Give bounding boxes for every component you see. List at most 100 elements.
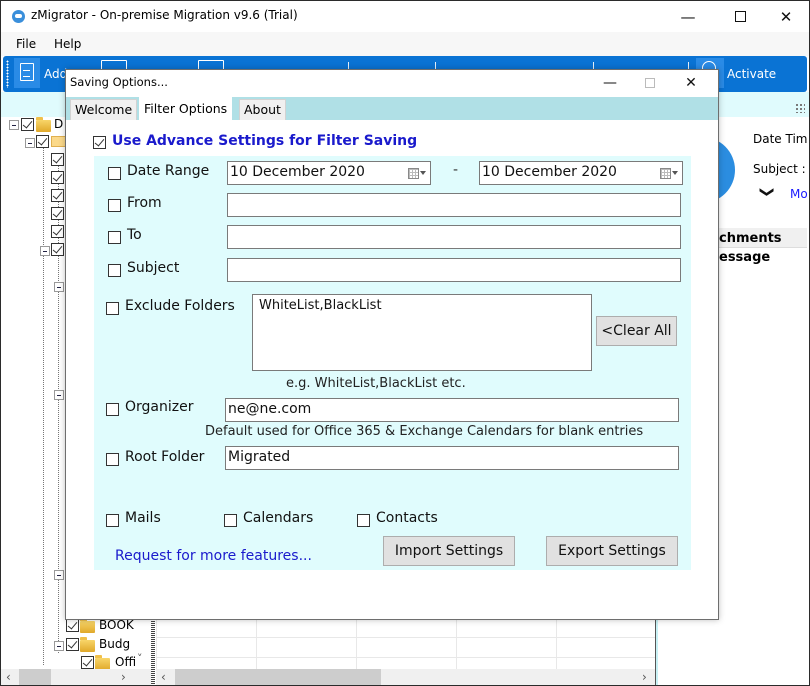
- minimize-button[interactable]: —: [665, 1, 711, 32]
- menu-help[interactable]: Help: [54, 37, 81, 51]
- tree-checkbox[interactable]: [51, 243, 64, 256]
- chevron-down-icon[interactable]: ❯: [759, 186, 775, 198]
- to-checkbox[interactable]: [108, 231, 121, 244]
- date-range-label[interactable]: Date Range: [127, 163, 209, 179]
- tree-checkbox[interactable]: [51, 189, 64, 202]
- collapse-toggle[interactable]: [54, 390, 64, 400]
- collapse-toggle[interactable]: [54, 282, 64, 292]
- request-features-link[interactable]: Request for more features...: [115, 548, 312, 564]
- folder-icon: [80, 637, 95, 652]
- mails-label[interactable]: Mails: [125, 510, 161, 526]
- collapse-toggle[interactable]: [54, 570, 64, 580]
- tree-checkbox[interactable]: [81, 656, 94, 669]
- exclude-folders-checkbox[interactable]: [106, 302, 119, 315]
- from-input[interactable]: [227, 193, 681, 217]
- date-range-separator: -: [453, 162, 459, 178]
- subject-label: Subject :: [753, 162, 806, 176]
- calendars-label[interactable]: Calendars: [243, 510, 313, 526]
- tree-item-label[interactable]: BOOK: [99, 618, 134, 632]
- tree-checkbox[interactable]: [51, 153, 64, 166]
- maximize-button[interactable]: [717, 1, 763, 32]
- scroll-right-icon[interactable]: ›: [642, 670, 647, 684]
- menu-bar: File Help: [1, 32, 809, 56]
- tree-root-label[interactable]: D: [54, 117, 63, 131]
- exclude-folders-label[interactable]: Exclude Folders: [125, 298, 235, 314]
- grid-horizontal-scrollbar[interactable]: ‹ ›: [156, 669, 656, 685]
- organizer-input[interactable]: ne@ne.com: [225, 398, 679, 422]
- maximize-icon: [734, 11, 746, 22]
- scrollbar-thumb[interactable]: [19, 669, 51, 685]
- activate-label[interactable]: Activate: [727, 67, 776, 81]
- root-folder-label[interactable]: Root Folder: [125, 449, 204, 465]
- tab-welcome[interactable]: Welcome: [70, 99, 138, 120]
- ribbon-grip-handle[interactable]: [6, 60, 9, 88]
- tree-horizontal-scrollbar[interactable]: ‹ ›: [1, 669, 151, 685]
- tab-filter-options[interactable]: Filter Options: [139, 97, 233, 122]
- organizer-checkbox[interactable]: [106, 403, 119, 416]
- clear-all-button[interactable]: <Clear All: [596, 316, 677, 346]
- folder-icon: [80, 618, 95, 633]
- scroll-down-icon[interactable]: ˅: [137, 652, 143, 665]
- contacts-checkbox[interactable]: [357, 514, 370, 527]
- date-range-checkbox[interactable]: [108, 167, 121, 180]
- tree-checkbox[interactable]: [66, 619, 79, 632]
- collapse-toggle[interactable]: [54, 641, 64, 651]
- scroll-left-icon[interactable]: ‹: [6, 670, 11, 684]
- organizer-label[interactable]: Organizer: [125, 399, 193, 415]
- collapse-toggle[interactable]: [25, 138, 35, 148]
- resize-grip-icon[interactable]: [795, 103, 805, 113]
- tree-item-label[interactable]: Offi: [115, 655, 136, 669]
- date-from-picker[interactable]: 10 December 2020: [227, 161, 431, 185]
- date-to-picker[interactable]: 10 December 2020: [479, 161, 683, 185]
- calendars-checkbox[interactable]: [224, 514, 237, 527]
- tab-about[interactable]: About: [239, 99, 286, 120]
- from-label[interactable]: From: [127, 195, 162, 211]
- dialog-close-button[interactable]: ✕: [671, 70, 711, 96]
- tree-line: [43, 135, 44, 665]
- import-settings-label: Import Settings: [394, 543, 504, 559]
- collapse-toggle[interactable]: [9, 120, 19, 130]
- tree-checkbox[interactable]: [21, 118, 34, 131]
- tree-checkbox[interactable]: [51, 225, 64, 238]
- subject-input[interactable]: [227, 258, 681, 282]
- more-link[interactable]: Mo: [790, 187, 808, 201]
- subject-label[interactable]: Subject: [127, 260, 179, 276]
- tree-item-label[interactable]: Budg: [99, 637, 130, 651]
- menu-file[interactable]: File: [16, 37, 36, 51]
- root-folder-input[interactable]: Migrated: [225, 446, 679, 470]
- tree-checkbox[interactable]: [36, 135, 49, 148]
- app-window: zMigrator - On-premise Migration v9.6 (T…: [0, 0, 810, 686]
- organizer-hint: Default used for Office 365 & Exchange C…: [205, 424, 644, 439]
- scrollbar-thumb[interactable]: [175, 669, 381, 685]
- window-title: zMigrator - On-premise Migration v9.6 (T…: [31, 8, 298, 22]
- export-settings-label: Export Settings: [558, 543, 666, 559]
- export-settings-button[interactable]: Export Settings: [546, 536, 678, 566]
- tree-checkbox[interactable]: [51, 207, 64, 220]
- dialog-maximize-button: [630, 70, 670, 96]
- use-advance-settings-label[interactable]: Use Advance Settings for Filter Saving: [112, 133, 417, 149]
- subject-checkbox[interactable]: [108, 264, 121, 277]
- mails-checkbox[interactable]: [106, 514, 119, 527]
- tree-checkbox[interactable]: [51, 171, 64, 184]
- root-folder-icon: [36, 117, 51, 132]
- from-checkbox[interactable]: [108, 199, 121, 212]
- to-label[interactable]: To: [127, 227, 142, 243]
- filter-options-panel: Use Advance Settings for Filter Saving D…: [66, 120, 718, 619]
- calendar-dropdown-icon[interactable]: [408, 166, 426, 179]
- add-label[interactable]: Add: [44, 67, 67, 81]
- root-folder-checkbox[interactable]: [106, 453, 119, 466]
- collapse-toggle[interactable]: [40, 246, 50, 256]
- scroll-right-icon[interactable]: ›: [121, 670, 126, 684]
- minimize-icon: —: [603, 75, 617, 91]
- import-settings-button[interactable]: Import Settings: [383, 536, 515, 566]
- contacts-label[interactable]: Contacts: [376, 510, 438, 526]
- scroll-left-icon[interactable]: ‹: [161, 670, 166, 684]
- close-button[interactable]: ✕: [763, 1, 809, 32]
- to-input[interactable]: [227, 225, 681, 249]
- calendar-dropdown-icon[interactable]: [660, 166, 678, 179]
- use-advance-settings-checkbox[interactable]: [93, 136, 106, 149]
- add-button[interactable]: [14, 58, 40, 88]
- dialog-minimize-button[interactable]: —: [590, 70, 630, 96]
- exclude-folders-textarea[interactable]: WhiteList,BlackList: [252, 294, 592, 371]
- tree-checkbox[interactable]: [66, 638, 79, 651]
